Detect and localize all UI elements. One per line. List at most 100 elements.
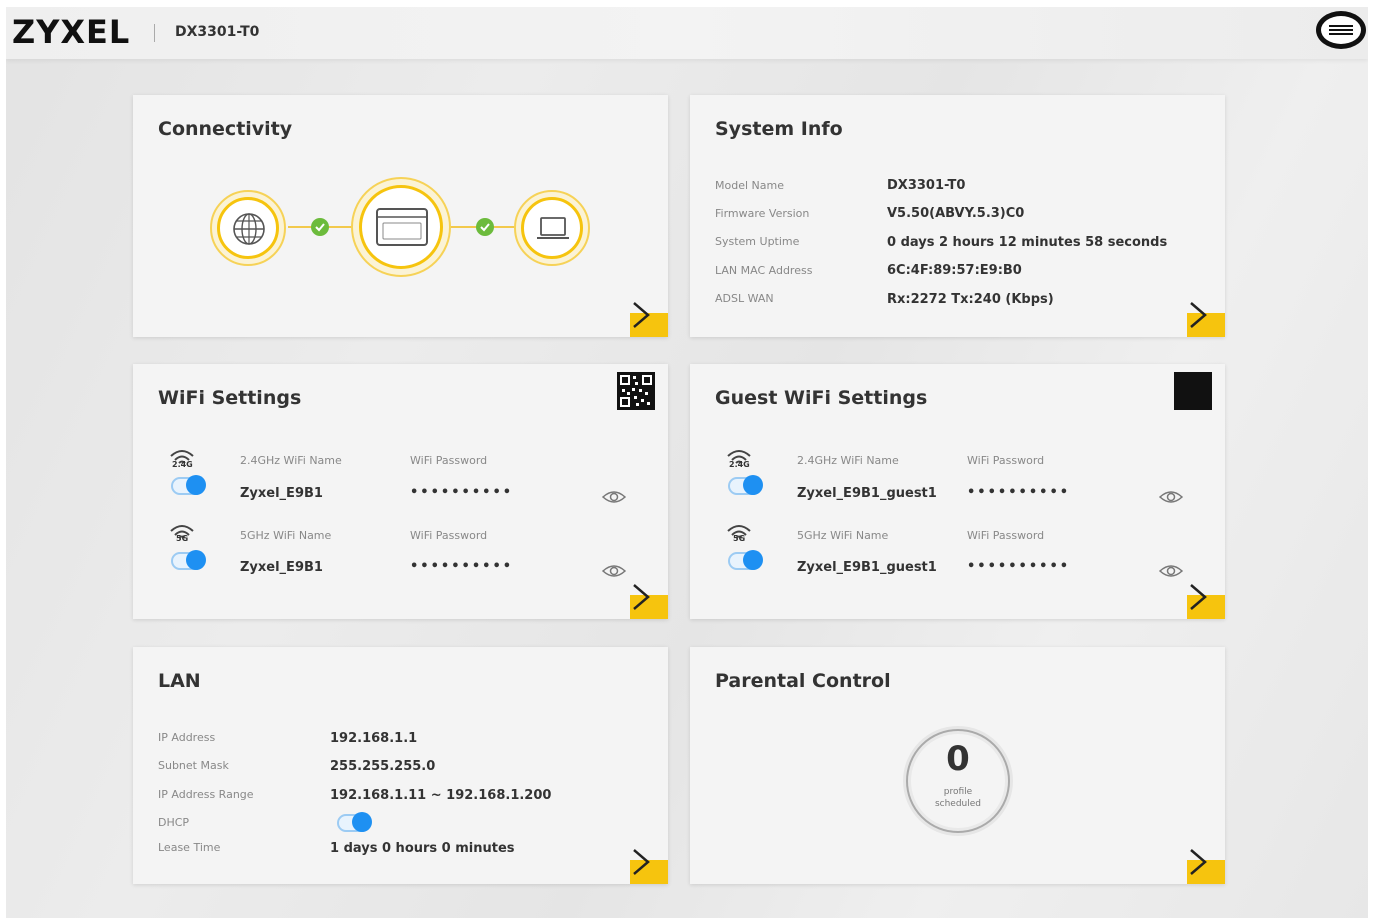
wifi-2g-toggle[interactable] <box>171 475 206 495</box>
wifi-5g-toggle[interactable] <box>171 550 206 570</box>
wifi-settings-more-button[interactable] <box>630 584 668 619</box>
hamburger-icon <box>1329 23 1353 37</box>
profile-caption: profile scheduled <box>908 786 1008 810</box>
chevron-right-icon <box>1190 849 1207 875</box>
chevron-right-icon <box>1190 302 1207 328</box>
wan-connected-check-icon <box>311 218 329 236</box>
system-info-more-button[interactable] <box>1187 302 1225 337</box>
ip-address-label: IP Address <box>158 731 216 744</box>
show-password-eye-icon[interactable] <box>1159 563 1183 579</box>
band-2g-label: 2.4G <box>172 460 193 469</box>
zyxel-logo: ZYXEL <box>12 13 131 51</box>
chevron-right-icon <box>633 302 650 328</box>
model-name-label: Model Name <box>715 179 784 192</box>
lease-time-value: 1 days 0 hours 0 minutes <box>330 841 515 856</box>
wifi-settings-title: WiFi Settings <box>158 387 302 409</box>
profile-caption-line2: scheduled <box>934 799 982 809</box>
toggle-knob <box>743 475 763 495</box>
lan-mac-label: LAN MAC Address <box>715 264 813 277</box>
wifi-settings-card: WiFi Settings 2.4G 2.4GHz WiFi Name WiFi… <box>133 364 668 619</box>
client-device-node[interactable] <box>514 190 590 266</box>
show-password-eye-icon[interactable] <box>1159 489 1183 505</box>
lan-title: LAN <box>158 670 201 692</box>
profile-count: 0 <box>946 739 970 779</box>
wifi-5g-icon <box>727 525 751 539</box>
globe-icon <box>233 213 265 245</box>
guest-2g-password-value: •••••••••• <box>967 485 1071 500</box>
dashboard-app: ZYXEL DX3301-T0 Connectivity System Info… <box>6 7 1368 918</box>
header-divider <box>154 24 155 42</box>
lan-card: LAN IP Address 192.168.1.1 Subnet Mask 2… <box>133 647 668 884</box>
wifi-2g-name-value: Zyxel_E9B1 <box>240 486 323 501</box>
guest-wifi-qr-code-icon[interactable] <box>1174 372 1212 410</box>
router-node[interactable] <box>351 177 451 277</box>
ip-range-label: IP Address Range <box>158 788 254 801</box>
band-5g-label: 5G <box>733 534 746 543</box>
wifi-2g-name-label: 2.4GHz WiFi Name <box>240 454 342 467</box>
guest-5g-name-value: Zyxel_E9B1_guest1 <box>797 560 937 575</box>
lan-mac-value: 6C:4F:89:57:E9:B0 <box>887 263 1022 278</box>
profile-scheduled-indicator: 0 profile scheduled <box>906 729 1010 833</box>
wifi-5g-name-value: Zyxel_E9B1 <box>240 560 323 575</box>
guest-wifi-2g-toggle[interactable] <box>728 475 763 495</box>
system-info-card: System Info Model Name DX3301-T0 Firmwar… <box>690 95 1225 337</box>
dhcp-toggle[interactable] <box>337 812 372 832</box>
guest-5g-password-label: WiFi Password <box>967 529 1045 542</box>
toggle-knob <box>186 550 206 570</box>
toggle-knob <box>186 475 206 495</box>
guest-2g-name-label: 2.4GHz WiFi Name <box>797 454 899 467</box>
internet-node[interactable] <box>210 190 286 266</box>
chevron-right-icon <box>1190 584 1207 610</box>
ip-range-value: 192.168.1.11 ~ 192.168.1.200 <box>330 788 552 803</box>
main-menu-button[interactable] <box>1316 11 1366 49</box>
device-model-label: DX3301-T0 <box>175 24 260 40</box>
guest-wifi-title: Guest WiFi Settings <box>715 387 928 409</box>
show-password-eye-icon[interactable] <box>602 489 626 505</box>
guest-wifi-more-button[interactable] <box>1187 584 1225 619</box>
band-5g-label: 5G <box>176 534 189 543</box>
adsl-wan-value: Rx:2272 Tx:240 (Kbps) <box>887 292 1054 307</box>
wifi-5g-icon <box>170 525 194 539</box>
router-icon <box>376 208 428 246</box>
lan-more-button[interactable] <box>630 849 668 884</box>
show-password-eye-icon[interactable] <box>602 563 626 579</box>
dhcp-label: DHCP <box>158 816 190 829</box>
guest-wifi-settings-card: Guest WiFi Settings 2.4G 2.4GHz WiFi Nam… <box>690 364 1225 619</box>
parental-control-title: Parental Control <box>715 670 891 692</box>
wifi-5g-name-label: 5GHz WiFi Name <box>240 529 332 542</box>
adsl-wan-label: ADSL WAN <box>715 292 774 305</box>
wifi-5g-password-value: •••••••••• <box>410 559 514 574</box>
system-uptime-value: 0 days 2 hours 12 minutes 58 seconds <box>887 235 1168 250</box>
subnet-mask-value: 255.255.255.0 <box>330 759 436 774</box>
system-uptime-label: System Uptime <box>715 235 800 248</box>
chevron-right-icon <box>633 584 650 610</box>
connectivity-card: Connectivity <box>133 95 668 337</box>
toggle-knob <box>743 550 763 570</box>
toggle-knob <box>352 812 372 832</box>
parental-control-more-button[interactable] <box>1187 849 1225 884</box>
parental-control-card: Parental Control 0 profile scheduled <box>690 647 1225 884</box>
firmware-version-label: Firmware Version <box>715 207 810 220</box>
ip-address-value: 192.168.1.1 <box>330 731 418 746</box>
connectivity-more-button[interactable] <box>630 302 668 337</box>
model-name-value: DX3301-T0 <box>887 178 966 193</box>
lease-time-label: Lease Time <box>158 841 221 854</box>
guest-wifi-5g-toggle[interactable] <box>728 550 763 570</box>
wifi-qr-code-icon[interactable] <box>617 372 655 410</box>
guest-5g-name-label: 5GHz WiFi Name <box>797 529 889 542</box>
wifi-2g-password-value: •••••••••• <box>410 485 514 500</box>
guest-2g-password-label: WiFi Password <box>967 454 1045 467</box>
guest-5g-password-value: •••••••••• <box>967 559 1071 574</box>
laptop-icon <box>537 217 569 239</box>
wifi-2g-password-label: WiFi Password <box>410 454 488 467</box>
guest-2g-name-value: Zyxel_E9B1_guest1 <box>797 486 937 501</box>
band-2g-label: 2.4G <box>729 460 750 469</box>
chevron-right-icon <box>633 849 650 875</box>
firmware-version-value: V5.50(ABVY.5.3)C0 <box>887 206 1025 221</box>
wifi-5g-password-label: WiFi Password <box>410 529 488 542</box>
system-info-title: System Info <box>715 118 843 140</box>
profile-caption-line1: profile <box>943 787 973 797</box>
lan-connected-check-icon <box>476 218 494 236</box>
top-header: ZYXEL DX3301-T0 <box>6 7 1368 59</box>
subnet-mask-label: Subnet Mask <box>158 759 229 772</box>
